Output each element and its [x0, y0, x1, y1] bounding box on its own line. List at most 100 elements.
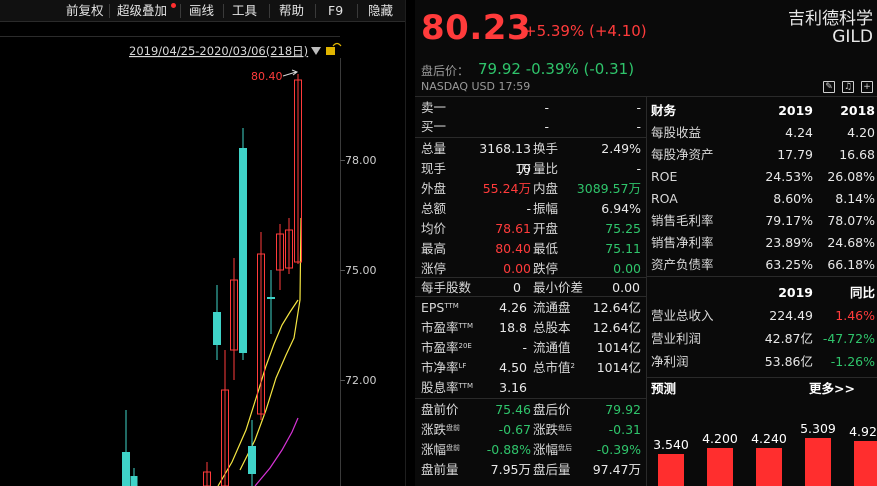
- toolbar-hide-button[interactable]: 隐藏: [368, 0, 393, 22]
- stat-row: 现手 10 量比 -: [415, 158, 646, 179]
- income-row: 净利润 53.86亿 -1.26%: [651, 351, 877, 372]
- stat-label: 涨跌盘后: [533, 419, 572, 440]
- candle: [239, 148, 247, 353]
- high-price-marker: 80.40: [251, 70, 283, 83]
- dropdown-arrow-icon[interactable]: [311, 47, 321, 55]
- finance-row: 资产负债率 63.25% 66.18%: [651, 254, 877, 275]
- finance-row: 销售毛利率 79.17% 78.07%: [651, 210, 877, 231]
- edit-icon[interactable]: ✎: [823, 81, 835, 93]
- stat-label: 总量: [421, 141, 447, 156]
- stat-label-text: 市盈率: [421, 320, 459, 335]
- forecast-bar-label: 4.200: [702, 431, 738, 446]
- finance-value: 26.08%: [827, 169, 875, 184]
- finance-value: 16.68: [839, 147, 875, 162]
- add-icon[interactable]: +: [861, 81, 873, 93]
- stat-value: 0.00: [613, 261, 641, 276]
- candle: [213, 312, 221, 345]
- finance-row: ROE 24.53% 26.08%: [651, 166, 877, 187]
- candle: [122, 452, 130, 486]
- finance-label: 资产负债率: [651, 257, 714, 272]
- forecast-bar-label: 4.925: [849, 424, 877, 439]
- stat-value: 79.92: [605, 402, 641, 417]
- stat-label-text: 涨幅: [533, 442, 559, 457]
- candlestick-chart[interactable]: 2019/04/25-2020/03/06(218日) 78.00 75.00 …: [0, 22, 405, 486]
- price-change: +5.39% (+4.10): [524, 22, 647, 40]
- last-price: 80.23: [421, 8, 532, 48]
- orderbook-price: -: [544, 100, 549, 115]
- toolbar-overlay-button[interactable]: 超级叠加: [117, 0, 167, 22]
- stat-label-text: EPS: [421, 300, 445, 315]
- toolbar-tools-button[interactable]: 工具: [232, 0, 257, 22]
- stat-label-suffix: TTM: [444, 302, 459, 310]
- stat-label: 盘前价: [421, 399, 459, 420]
- price-label: 72.00: [345, 374, 377, 387]
- finance-value: 78.07%: [827, 213, 875, 228]
- stat-label: 涨幅盘后: [533, 439, 572, 460]
- stat-value: 75.46: [495, 402, 531, 417]
- candle: [267, 297, 275, 299]
- stat-row: 最高 80.40 最低 75.11: [415, 238, 646, 259]
- date-range-label[interactable]: 2019/04/25-2020/03/06(218日): [129, 44, 308, 58]
- candle: [130, 476, 138, 486]
- stat-label: 最小价差: [533, 280, 584, 295]
- stat-label-text: 涨跌: [533, 422, 559, 437]
- panel-divider[interactable]: [405, 0, 415, 486]
- stat-value: 10: [515, 161, 531, 176]
- stat-label: 总市值2: [533, 357, 575, 378]
- finance-value: 4.24: [785, 125, 813, 140]
- finance-value: 8.14%: [835, 191, 875, 206]
- finance-title: 财务: [651, 103, 677, 118]
- stat-label-text: 涨跌: [421, 422, 447, 437]
- after-hours-value: 79.92 -0.39% (-0.31): [478, 60, 635, 78]
- finance-label: 销售毛利率: [651, 213, 714, 228]
- finance-header: 财务 2019 2018: [651, 100, 877, 121]
- toolbar-help-button[interactable]: 帮助: [279, 0, 304, 22]
- stat-label: 总额: [421, 201, 447, 216]
- stat-label-suffix: 盘后: [558, 444, 573, 452]
- toolbar-separator: [357, 4, 358, 18]
- forecast-more-link[interactable]: 更多>>: [809, 378, 855, 399]
- price-label: 75.00: [345, 264, 377, 277]
- stat-label-suffix: 盘前: [446, 424, 461, 432]
- ticker-symbol: GILD: [832, 27, 873, 47]
- candle: [248, 446, 256, 474]
- stat-value: 1014亿: [596, 360, 641, 375]
- company-name: 吉利德科学: [788, 9, 873, 29]
- stat-label-suffix: 盘前: [446, 444, 461, 452]
- stat-value: 80.40: [495, 241, 531, 256]
- finance-label: 每股净资产: [651, 147, 714, 162]
- stat-label: 盘前量: [421, 459, 459, 480]
- income-row: 营业总收入 224.49 1.46%: [651, 305, 877, 326]
- income-yoy-value: -47.72%: [822, 331, 875, 346]
- stat-label-text: 市盈率: [421, 340, 459, 355]
- divider: [646, 97, 647, 486]
- alert-icon[interactable]: ♫: [842, 81, 854, 93]
- finance-value: 63.25%: [765, 257, 813, 272]
- chart-toolbar: 前复权 超级叠加 画线 工具 帮助 F9 隐藏: [0, 0, 405, 22]
- stat-label: 市盈率20E: [421, 337, 472, 358]
- prepost-row: 盘前量 7.95万 盘后量 97.47万: [415, 459, 646, 480]
- toolbar-draw-button[interactable]: 画线: [189, 0, 214, 22]
- quote-panel: 80.23 +5.39% (+4.10) 吉利德科学 GILD 盘后价： 79.…: [415, 0, 877, 486]
- stat-label: 振幅: [533, 201, 559, 216]
- toolbar-adjust-button[interactable]: 前复权: [66, 0, 104, 22]
- stat-label: 外盘: [421, 181, 447, 196]
- forecast-title: 预测: [651, 381, 677, 396]
- stat-label: 总股本: [533, 317, 571, 338]
- lock-icon[interactable]: [326, 47, 335, 55]
- stat-value: -: [636, 161, 641, 176]
- stat-label-suffix: 20E: [458, 342, 472, 350]
- orderbook-label: 买一: [421, 119, 447, 134]
- toolbar-f9-button[interactable]: F9: [328, 0, 343, 22]
- orderbook-volume: -: [636, 100, 641, 115]
- stat-label-text: 市净率: [421, 360, 459, 375]
- stat-label-suffix: 盘后: [558, 424, 573, 432]
- income-label: 营业总收入: [651, 308, 714, 323]
- stat-label-text: 盘前量: [421, 462, 459, 477]
- stat-value: 0: [513, 280, 521, 295]
- stat-value: 0.00: [503, 261, 531, 276]
- finance-label: 销售净利率: [651, 235, 714, 250]
- stat-label-suffix: TTM: [458, 322, 473, 330]
- income-value: 42.87亿: [764, 331, 813, 346]
- forecast-bar: [707, 448, 733, 486]
